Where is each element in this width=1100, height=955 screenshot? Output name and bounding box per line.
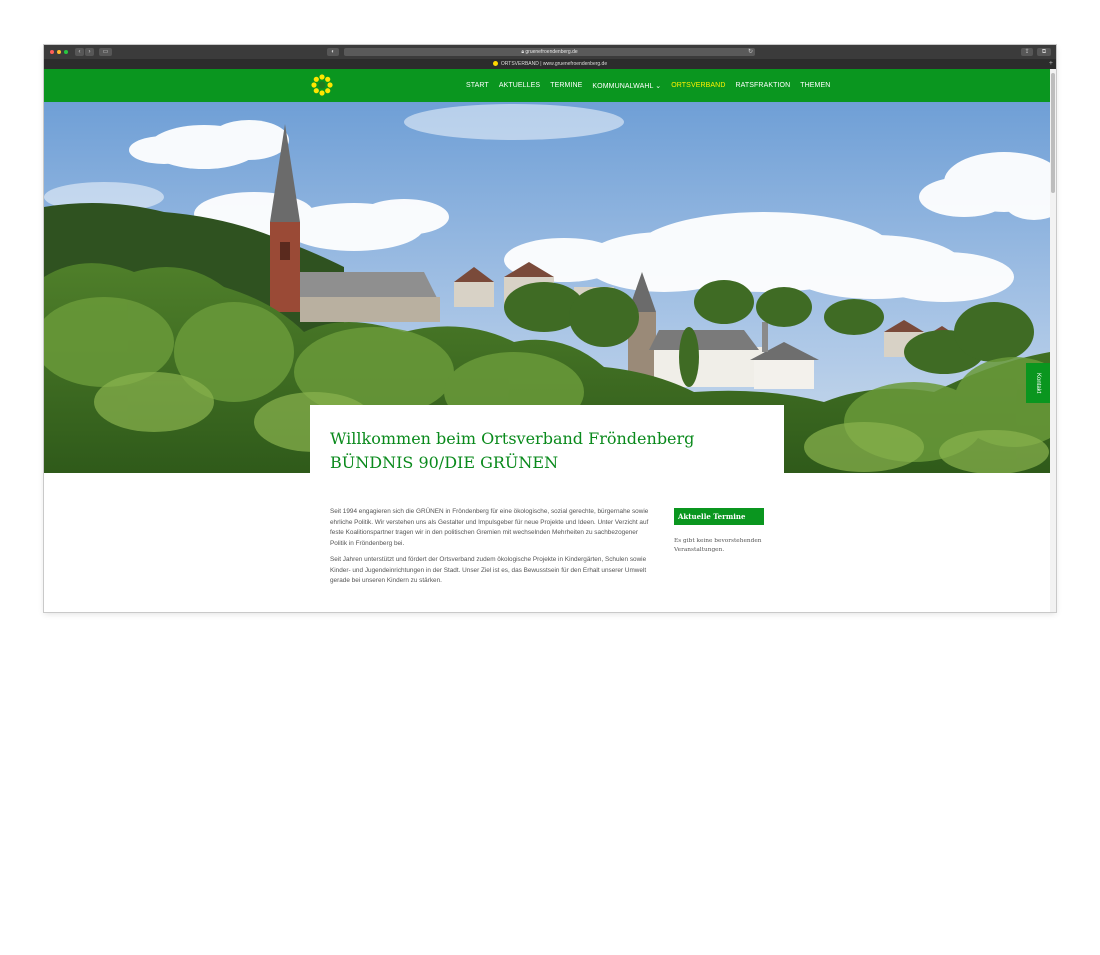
sidebar-toggle-icon[interactable]: ▭ bbox=[99, 48, 112, 56]
sunflower-logo-icon[interactable] bbox=[311, 74, 333, 96]
tabs-overview-icon[interactable]: ⧉ bbox=[1037, 48, 1051, 56]
nav-ortsverband[interactable]: ORTSVERBAND bbox=[671, 82, 725, 89]
welcome-title-line-2: BÜNDNIS 90/DIE GRÜNEN bbox=[330, 453, 559, 472]
intro-text: Seit 1994 engagieren sich die GRÜNEN in … bbox=[330, 507, 650, 593]
nav-aktuelles[interactable]: AKTUELLES bbox=[499, 82, 540, 89]
main-menu: START AKTUELLES TERMINE KOMMUNALWAHL ⌄ O… bbox=[466, 69, 830, 102]
address-url: gruenefroendenberg.de bbox=[525, 49, 578, 55]
intro-paragraph-2: Seit Jahren unterstützt und fördert der … bbox=[330, 556, 647, 584]
welcome-box: Willkommen beim Ortsverband Fröndenberg … bbox=[310, 405, 784, 475]
intro-paragraph-1: Seit 1994 engagieren sich die GRÜNEN in … bbox=[330, 508, 649, 547]
back-button[interactable]: ‹ bbox=[75, 48, 84, 56]
share-icon[interactable]: ⇪ bbox=[1021, 48, 1033, 56]
welcome-title-line-1: Willkommen beim Ortsverband Fröndenberg bbox=[330, 429, 695, 448]
nav-themen[interactable]: THEMEN bbox=[800, 82, 830, 89]
tab-title: ORTSVERBAND | www.gruenefroendenberg.de bbox=[500, 61, 608, 67]
new-tab-button[interactable]: + bbox=[1049, 59, 1053, 69]
browser-tab[interactable]: ORTSVERBAND | www.gruenefroendenberg.de bbox=[44, 59, 1056, 69]
minimize-window-icon[interactable] bbox=[57, 50, 61, 54]
aktuelle-termine-heading: Aktuelle Termine bbox=[674, 508, 764, 525]
reload-icon[interactable]: ↻ bbox=[748, 48, 753, 56]
nav-termine[interactable]: TERMINE bbox=[550, 82, 582, 89]
welcome-title: Willkommen beim Ortsverband Fröndenberg … bbox=[330, 427, 694, 475]
zoom-window-icon[interactable] bbox=[64, 50, 68, 54]
reader-mode-icon[interactable]: ◐ bbox=[327, 48, 339, 56]
close-window-icon[interactable] bbox=[50, 50, 54, 54]
site-navbar: START AKTUELLES TERMINE KOMMUNALWAHL ⌄ O… bbox=[44, 69, 1050, 102]
nav-kommunalwahl[interactable]: KOMMUNALWAHL ⌄ bbox=[592, 82, 661, 90]
address-bar[interactable]: 🔒︎ gruenefroendenberg.de ↻ bbox=[344, 48, 755, 56]
scrollbar-thumb[interactable] bbox=[1051, 73, 1055, 193]
no-events-message: Es gibt keine bevorstehenden Veranstaltu… bbox=[674, 538, 762, 553]
browser-window: ‹ › ▭ ◐ 🔒︎ gruenefroendenberg.de ↻ ⇪ ⧉ O… bbox=[44, 45, 1056, 612]
forward-button[interactable]: › bbox=[85, 48, 94, 56]
kontakt-tab[interactable]: Kontakt bbox=[1026, 363, 1050, 403]
browser-toolbar: ‹ › ▭ ◐ 🔒︎ gruenefroendenberg.de ↻ ⇪ ⧉ bbox=[44, 45, 1056, 59]
lock-icon: 🔒︎ bbox=[521, 49, 524, 55]
web-page: START AKTUELLES TERMINE KOMMUNALWAHL ⌄ O… bbox=[44, 69, 1050, 612]
nav-start[interactable]: START bbox=[466, 82, 489, 89]
sunflower-favicon-icon bbox=[492, 61, 498, 66]
page-scrollbar[interactable] bbox=[1050, 69, 1056, 612]
tab-bar: ORTSVERBAND | www.gruenefroendenberg.de … bbox=[44, 59, 1056, 69]
nav-ratsfraktion[interactable]: RATSFRAKTION bbox=[736, 82, 791, 89]
